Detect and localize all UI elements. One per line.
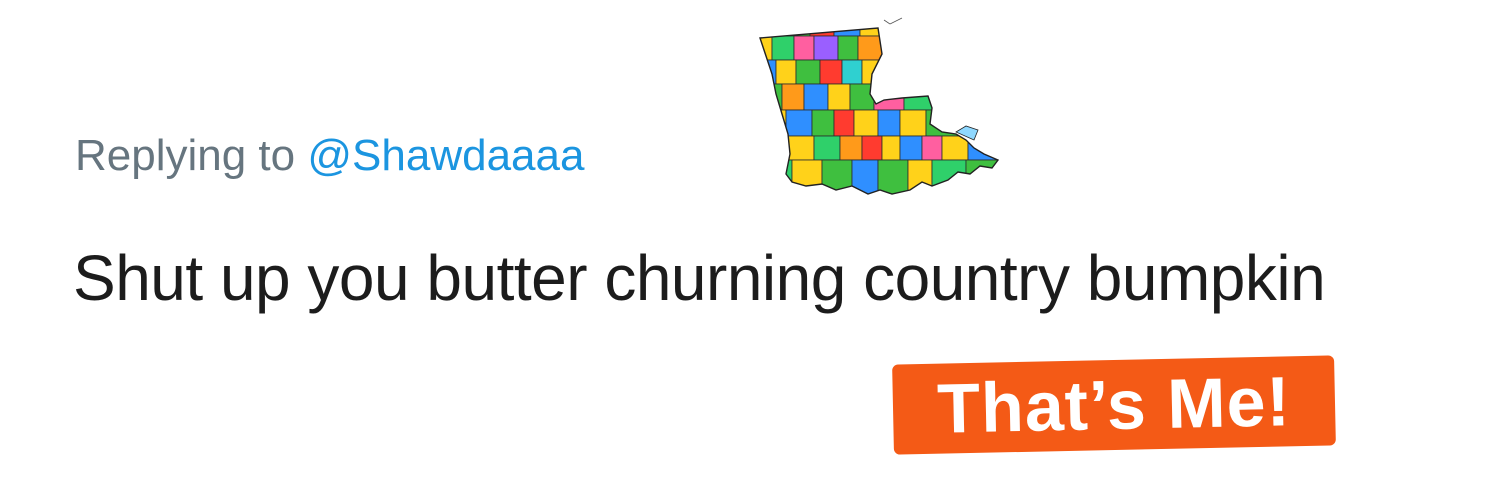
louisiana-parish-map-icon [752,14,1008,204]
tweet-screenshot: Replying to @Shawdaaaa Shut up you butte… [0,0,1500,499]
faded-header-text [410,24,770,46]
reply-handle-link[interactable]: @Shawdaaaa [307,131,584,180]
reply-prefix: Replying to [75,131,296,180]
thats-me-badge: That’s Me! [892,355,1336,455]
tweet-body: Shut up you butter churning country bump… [73,242,1326,314]
reply-context: Replying to @Shawdaaaa [75,128,584,184]
